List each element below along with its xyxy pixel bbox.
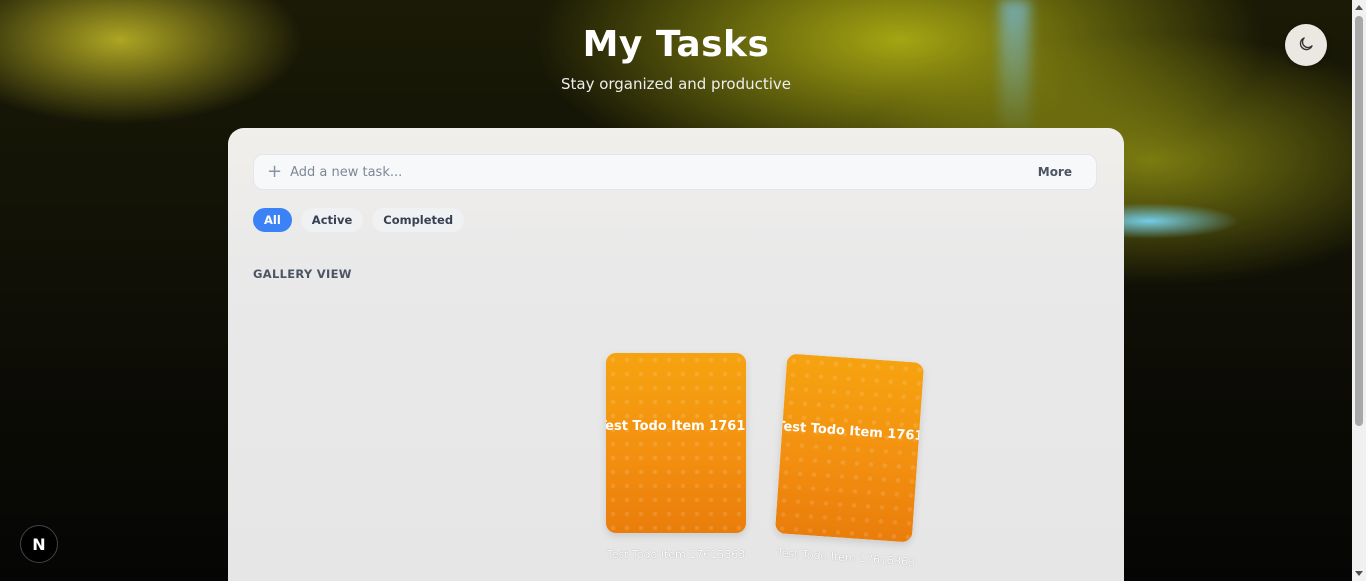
tasks-panel: + More All Active Completed GALLERY VIEW… xyxy=(228,128,1124,581)
add-task-input[interactable] xyxy=(288,163,1032,181)
page-header: My Tasks Stay organized and productive xyxy=(0,24,1352,93)
gallery-view-label: GALLERY VIEW xyxy=(253,267,352,281)
card-title: Test Todo Item 17615363 xyxy=(775,418,925,447)
filter-completed[interactable]: Completed xyxy=(372,208,465,232)
card-caption: Test Todo Item 17615363 xyxy=(776,546,916,569)
scroll-down-arrow-icon[interactable] xyxy=(1355,571,1363,576)
page-subtitle: Stay organized and productive xyxy=(560,75,792,93)
filter-all[interactable]: All xyxy=(253,208,292,232)
page-title: My Tasks xyxy=(582,24,770,65)
filter-active[interactable]: Active xyxy=(300,208,364,232)
gallery-card-1[interactable]: Test Todo Item 17615363 xyxy=(606,353,746,533)
more-button[interactable]: More xyxy=(1032,164,1078,180)
card-caption: Test Todo Item 17615363 xyxy=(606,548,746,561)
gallery-card-2[interactable]: Test Todo Item 17615363 xyxy=(774,353,925,543)
theme-toggle-button[interactable] xyxy=(1285,24,1327,66)
scroll-up-arrow-icon[interactable] xyxy=(1355,5,1363,10)
background-light-flare xyxy=(1110,203,1240,239)
nextjs-badge[interactable]: N xyxy=(20,525,58,563)
moon-icon xyxy=(1297,35,1315,56)
scrollbar-thumb[interactable] xyxy=(1355,16,1363,426)
filter-tabs: All Active Completed xyxy=(253,208,465,232)
card-title: Test Todo Item 17615363 xyxy=(606,419,746,434)
add-task-bar: + More xyxy=(253,154,1097,190)
plus-icon: + xyxy=(267,161,283,182)
page-scrollbar[interactable] xyxy=(1352,0,1366,581)
